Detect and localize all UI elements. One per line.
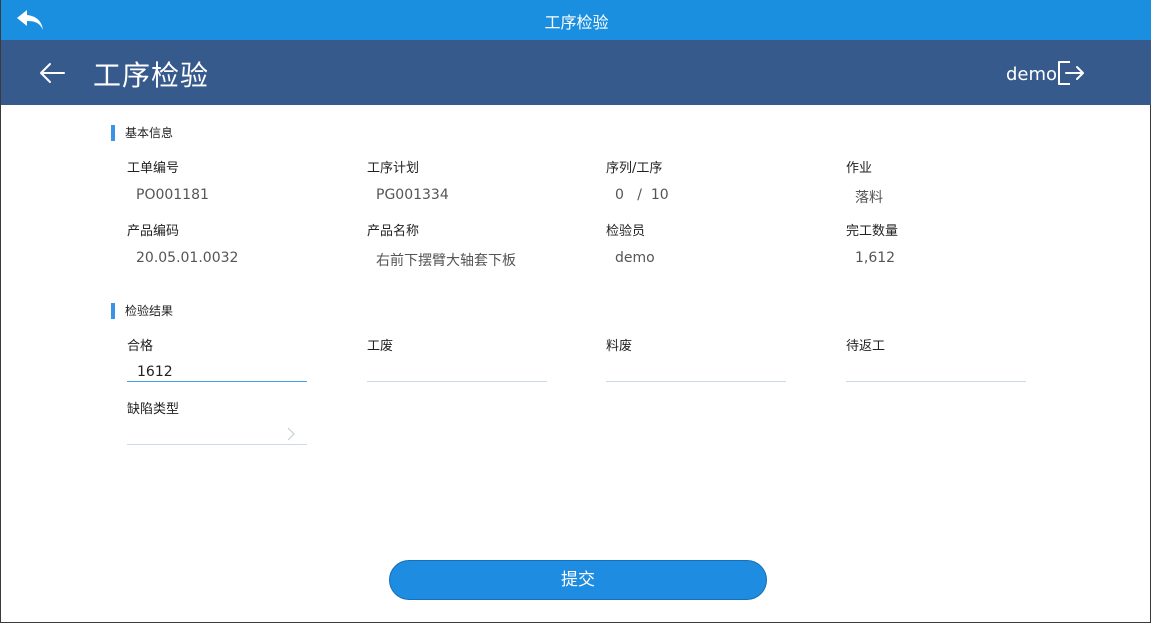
label-operation: 作业 [846,161,873,176]
section-title-inspection-result: 检验结果 [111,303,173,319]
label-sequence-process: 序列/工序 [606,161,663,176]
qualified-field [127,362,307,382]
label-pending-rework: 待返工 [846,339,886,354]
window-title: 工序检验 [544,13,609,32]
value-sequence-process: 0 / 10 [615,187,669,203]
value-completed-qty: 1,612 [855,250,896,266]
submit-button[interactable]: 提交 [389,560,767,600]
work-scrap-field [367,362,547,382]
label-process-plan: 工序计划 [367,161,420,176]
logout-icon[interactable] [1056,59,1086,87]
page-title: 工序检验 [93,59,210,92]
app-window: 工序检验 工序检验 demo 基本信息 工单编号 PO001181 工序计划 P… [0,0,1151,623]
value-operation: 落料 [855,190,883,206]
material-scrap-input[interactable] [616,364,776,380]
label-qualified: 合格 [127,339,154,354]
value-product-name: 右前下摆臂大轴套下板 [376,253,516,269]
page-header: 工序检验 demo [1,40,1151,105]
pending-rework-field [846,362,1026,382]
label-material-scrap: 料废 [606,339,633,354]
label-defect-type: 缺陷类型 [127,402,180,417]
label-work-order-no: 工单编号 [127,161,180,176]
label-product-code: 产品编码 [127,224,180,239]
work-scrap-input[interactable] [377,364,537,380]
defect-type-select[interactable] [127,425,307,445]
label-work-scrap: 工废 [367,339,394,354]
system-top-bar: 工序检验 [1,0,1151,40]
value-process-plan: PG001334 [376,187,449,203]
value-product-code: 20.05.01.0032 [136,250,239,266]
label-completed-qty: 完工数量 [846,224,899,239]
label-inspector: 检验员 [606,224,646,239]
qualified-input[interactable] [137,364,297,380]
value-inspector: demo [615,250,655,266]
label-product-name: 产品名称 [367,224,420,239]
user-name: demo [1005,64,1057,85]
chevron-right-icon [287,427,295,441]
value-work-order-no: PO001181 [136,187,209,203]
left-arrow-icon[interactable] [37,58,67,88]
material-scrap-field [606,362,786,382]
section-title-basic-info: 基本信息 [111,125,173,141]
pending-rework-input[interactable] [856,364,1016,380]
